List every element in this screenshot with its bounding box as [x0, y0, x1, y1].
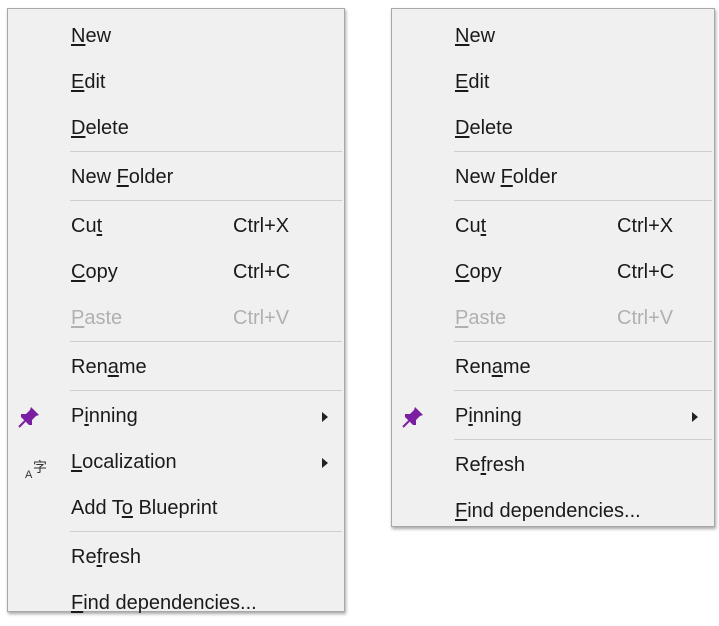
submenu-arrow-icon — [692, 412, 698, 422]
menu-item-label: Rename — [455, 356, 531, 378]
menu-item-label: Cut — [455, 215, 487, 237]
menu-item-label: Find dependencies... — [71, 592, 257, 614]
pushpin-icon — [400, 404, 426, 430]
menu-item-new-folder[interactable]: New Folder — [8, 154, 344, 200]
menu-item-shortcut: Ctrl+C — [617, 261, 675, 283]
menu-item-rename[interactable]: Rename — [392, 344, 714, 390]
menu-item-refresh[interactable]: Refresh — [8, 534, 344, 580]
menu-item-copy[interactable]: Copy Ctrl+C — [8, 249, 344, 295]
context-menu-full: New Edit Delete New Folder Cut Ctrl+X Cop… — [7, 8, 345, 614]
menu-item-refresh[interactable]: Refresh — [392, 442, 714, 488]
menu-item-label: Rename — [71, 356, 147, 378]
menu-item-label: Copy — [71, 261, 118, 283]
menu-item-shortcut: Ctrl+V — [233, 307, 290, 329]
menu-item-edit[interactable]: Edit — [392, 59, 714, 105]
menu-item-localization[interactable]: A字 Localization — [8, 439, 344, 485]
menu-item-label: New — [71, 25, 112, 47]
menu-item-new[interactable]: New — [8, 13, 344, 59]
menu-item-label: Delete — [455, 117, 513, 139]
menu-item-edit[interactable]: Edit — [8, 59, 344, 105]
menu-item-find-dependencies[interactable]: Find dependencies... — [392, 488, 714, 534]
menu-item-shortcut: Ctrl+V — [617, 307, 674, 329]
menu-item-label: New Folder — [71, 166, 174, 188]
pushpin-icon — [16, 404, 42, 430]
menu-item-cut[interactable]: Cut Ctrl+X — [392, 203, 714, 249]
menu-item-delete[interactable]: Delete — [392, 105, 714, 151]
context-menu-compact: New Edit Delete New Folder Cut Ctrl+X Cop… — [391, 8, 715, 527]
menu-item-label: Delete — [71, 117, 129, 139]
menu-item-delete[interactable]: Delete — [8, 105, 344, 151]
menu-item-label: Edit — [71, 71, 106, 93]
menu-item-label: Pinning — [71, 405, 138, 427]
menu-item-label: Cut — [71, 215, 103, 237]
menu-item-label: Paste — [71, 307, 123, 329]
menu-item-cut[interactable]: Cut Ctrl+X — [8, 203, 344, 249]
menu-item-label: Refresh — [71, 546, 142, 568]
menu-item-shortcut: Ctrl+C — [233, 261, 291, 283]
menu-item-add-to-blueprint[interactable]: Add To Blueprint — [8, 485, 344, 531]
menu-item-new[interactable]: New — [392, 13, 714, 59]
menu-item-find-dependencies[interactable]: Find dependencies... — [8, 580, 344, 626]
menu-item-new-folder[interactable]: New Folder — [392, 154, 714, 200]
menu-item-label: Add To Blueprint — [71, 497, 218, 519]
menu-item-copy[interactable]: Copy Ctrl+C — [392, 249, 714, 295]
localization-icon: A字 — [25, 459, 47, 481]
menu-item-label: New Folder — [455, 166, 558, 188]
menu-item-paste: Paste Ctrl+V — [392, 295, 714, 341]
menu-item-rename[interactable]: Rename — [8, 344, 344, 390]
menu-item-label: Find dependencies... — [455, 500, 641, 522]
menu-item-label: Copy — [455, 261, 502, 283]
submenu-arrow-icon — [322, 458, 328, 468]
menu-item-label: Paste — [455, 307, 507, 329]
menu-item-paste: Paste Ctrl+V — [8, 295, 344, 341]
menu-item-label: Refresh — [455, 454, 526, 476]
menu-item-pinning[interactable]: Pinning — [392, 393, 714, 439]
menu-item-pinning[interactable]: Pinning — [8, 393, 344, 439]
menu-item-label: New — [455, 25, 496, 47]
menu-item-shortcut: Ctrl+X — [617, 215, 674, 237]
submenu-arrow-icon — [322, 412, 328, 422]
menu-item-label: Edit — [455, 71, 490, 93]
menu-item-shortcut: Ctrl+X — [233, 215, 290, 237]
menu-item-label: Pinning — [455, 405, 522, 427]
menu-item-label: Localization — [71, 451, 177, 473]
